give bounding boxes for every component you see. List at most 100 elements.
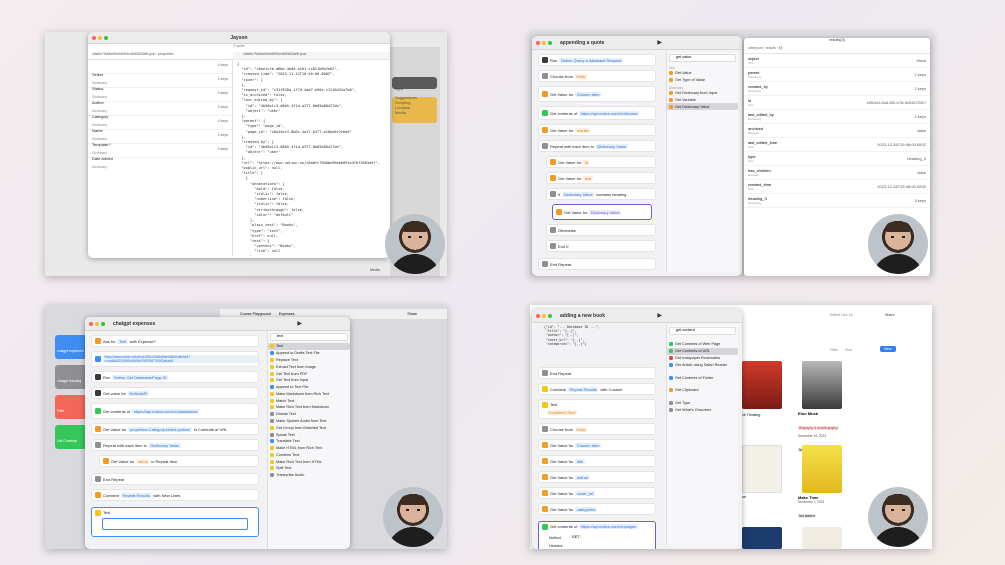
path-bar-left[interactable]: c8a0fc79d0be90eb6091e4f6f3603a9f.json › … <box>88 52 233 59</box>
library-item[interactable]: Get Text from PDF <box>268 370 350 377</box>
action-row[interactable]: End Repeat <box>538 258 656 270</box>
minimize-button[interactable] <box>542 313 546 318</box>
action-row[interactable]: Get Value for cover_url <box>538 487 656 499</box>
action-row[interactable]: Repeat with each item in Dictionary Value <box>91 439 259 451</box>
action-row[interactable]: Get contents of https://api.notion.com/v1… <box>91 403 259 419</box>
browser-tab[interactable]: Expenses <box>279 312 295 316</box>
library-item[interactable]: Get Clipboard <box>667 387 738 394</box>
action-row[interactable]: End Repeat <box>538 367 656 379</box>
library-item[interactable]: Get Type <box>667 400 738 407</box>
library-item[interactable]: Make Rich Text from HTML <box>268 458 350 465</box>
table-row[interactable]: last_edited_time Text 2023-12-26T15:48:00.… <box>744 138 930 152</box>
action-row[interactable]: https://www.notion.so/ba5a12551c92e6a5ab… <box>91 351 259 367</box>
library-item[interactable]: Append to Drafts Text File <box>268 350 350 357</box>
share-button[interactable]: Share <box>407 312 417 316</box>
run-icon[interactable]: ▶ <box>657 39 662 46</box>
table-row[interactable]: archived Boolean false <box>744 124 930 138</box>
close-button[interactable] <box>536 313 540 318</box>
side-item[interactable]: Media <box>395 110 435 115</box>
library-item[interactable]: Split Text <box>268 465 350 472</box>
library-item[interactable]: Get Variable <box>667 96 738 103</box>
path-bar-right[interactable]: c8a0fc79d0be90eb6091e4f6f3603a9f.json <box>233 52 390 59</box>
library-item[interactable]: Get Contents of Web Page <box>667 341 738 348</box>
library-item[interactable]: Make Spoken Audio from Text <box>268 418 350 425</box>
action-row[interactable]: Get Value for id <box>546 156 656 168</box>
shortcut-tile[interactable]: Filter <box>55 395 87 419</box>
library-item[interactable]: Make Markdown from Rich Text <box>268 390 350 397</box>
library-item[interactable]: Make HTML from Rich Text <box>268 445 350 452</box>
library-item[interactable]: Make Rich Text from Markdown <box>268 404 350 411</box>
run-icon[interactable]: ▶ <box>297 320 302 327</box>
get-contents-action[interactable]: Get contents of https://api.notion.com/v1… <box>538 521 656 549</box>
action-row[interactable]: Get value for NotionAPI <box>91 387 259 399</box>
text-input[interactable] <box>102 518 248 530</box>
table-row[interactable]: heading_3 Dictionary 3 keys <box>744 194 930 208</box>
close-button[interactable] <box>536 40 540 45</box>
json-viewer[interactable]: { "id": "c8ae1cfb-d6be-4bdd-a101-cc811b9… <box>233 60 390 256</box>
text-action-selected[interactable]: Text <box>91 507 259 537</box>
minimize-button[interactable] <box>542 40 546 45</box>
list-item[interactable]: Status Dictionary 4 keys <box>88 74 232 99</box>
library-item[interactable]: Get Contents of Folder <box>667 374 738 381</box>
library-item[interactable]: Extract Text from Image <box>268 363 350 370</box>
library-item[interactable]: Append to Text File <box>268 384 350 391</box>
table-row[interactable]: has_children Boolean false <box>744 166 930 180</box>
library-item[interactable]: Get Type of Value <box>667 77 738 84</box>
table-row[interactable]: created_by Dictionary 2 keys <box>744 82 930 96</box>
library-search-input[interactable]: get value <box>669 54 736 62</box>
library-item[interactable]: Get Instapaper Bookmarks <box>667 355 738 362</box>
action-row[interactable]: Get Value for name in Repeat Item <box>99 455 259 467</box>
action-row[interactable]: End Repeat <box>91 473 259 485</box>
action-row[interactable]: Combine Repeat Results with New Lines <box>91 489 259 501</box>
action-row[interactable]: If Dictionary Value contains heading <box>546 188 656 200</box>
library-search-input[interactable]: text <box>270 333 348 341</box>
sort-button[interactable]: Sort <box>845 348 852 352</box>
close-button[interactable] <box>89 321 93 326</box>
book-cover[interactable] <box>742 361 782 409</box>
library-item-selected[interactable]: Text <box>268 343 350 350</box>
new-button[interactable]: New <box>880 346 896 352</box>
zoom-button[interactable] <box>101 321 105 326</box>
action-row[interactable]: Run Notion Query a database Request <box>538 54 656 66</box>
library-item[interactable]: Translate Text <box>268 438 350 445</box>
action-row[interactable]: Get Value for Chosen Item <box>538 86 656 102</box>
book-card[interactable]: Make Time December 2, 2023 Not started <box>798 495 868 522</box>
library-item[interactable]: Match Text <box>268 397 350 404</box>
run-icon[interactable]: ▶ <box>657 312 662 319</box>
library-item[interactable]: Get Value <box>667 70 738 77</box>
action-row[interactable]: Get contents of https://api.notion.com/v1… <box>538 106 656 120</box>
shortcut-tile[interactable]: chatgpt expenses <box>55 335 87 359</box>
table-row[interactable]: type Text heading_3 <box>744 152 930 166</box>
browser-tab[interactable]: Course Playground <box>240 312 271 316</box>
action-row[interactable]: Get Value for text <box>546 172 656 184</box>
action-row[interactable]: Get Value for author <box>538 471 656 483</box>
library-search-input[interactable]: get content <box>669 327 736 335</box>
filter-button[interactable]: Filter <box>830 348 838 352</box>
list-item[interactable]: Template? Dictionary 4 keys <box>88 130 232 155</box>
action-row[interactable]: Get Value for title <box>538 455 656 467</box>
list-item[interactable]: Author Dictionary 4 keys <box>88 88 232 113</box>
library-item[interactable]: Dictate Text <box>268 411 350 418</box>
library-item-selected[interactable]: Get Dictionary Value <box>667 103 738 110</box>
action-row[interactable]: Get Value for properties.Category.select.… <box>91 423 259 435</box>
table-row[interactable]: created_time Text 2023-12-26T15:48:00.000Z <box>744 180 930 194</box>
library-item[interactable]: Combine Text <box>268 452 350 459</box>
action-row[interactable]: Get Value for categories <box>538 503 656 515</box>
list-item[interactable]: Category Dictionary 4 keys <box>88 102 232 127</box>
action-row[interactable]: Text Combined Text <box>538 399 656 419</box>
results-path[interactable]: other.json › results › [0] <box>744 46 930 54</box>
action-row[interactable]: End If <box>546 240 656 252</box>
table-row[interactable]: parent Dictionary 2 keys <box>744 68 930 82</box>
shortcut-tile[interactable]: chatgpt learning <box>55 365 87 389</box>
zoom-button[interactable] <box>548 40 552 45</box>
table-row[interactable]: object Text block <box>744 54 930 68</box>
zoom-button[interactable] <box>548 313 552 318</box>
action-row[interactable]: Run Notion Get Database/Page ID <box>91 371 259 383</box>
book-cover[interactable] <box>742 527 782 549</box>
library-item[interactable]: Get What's Onscreen <box>667 406 738 413</box>
library-item[interactable]: Get Group from Matched Text <box>268 424 350 431</box>
book-cover[interactable] <box>802 361 842 409</box>
action-row[interactable]: Choose from Keys <box>538 423 656 435</box>
share-button[interactable]: Share <box>885 313 895 317</box>
list-item[interactable]: Select Dictionary 4 keys <box>88 60 232 85</box>
